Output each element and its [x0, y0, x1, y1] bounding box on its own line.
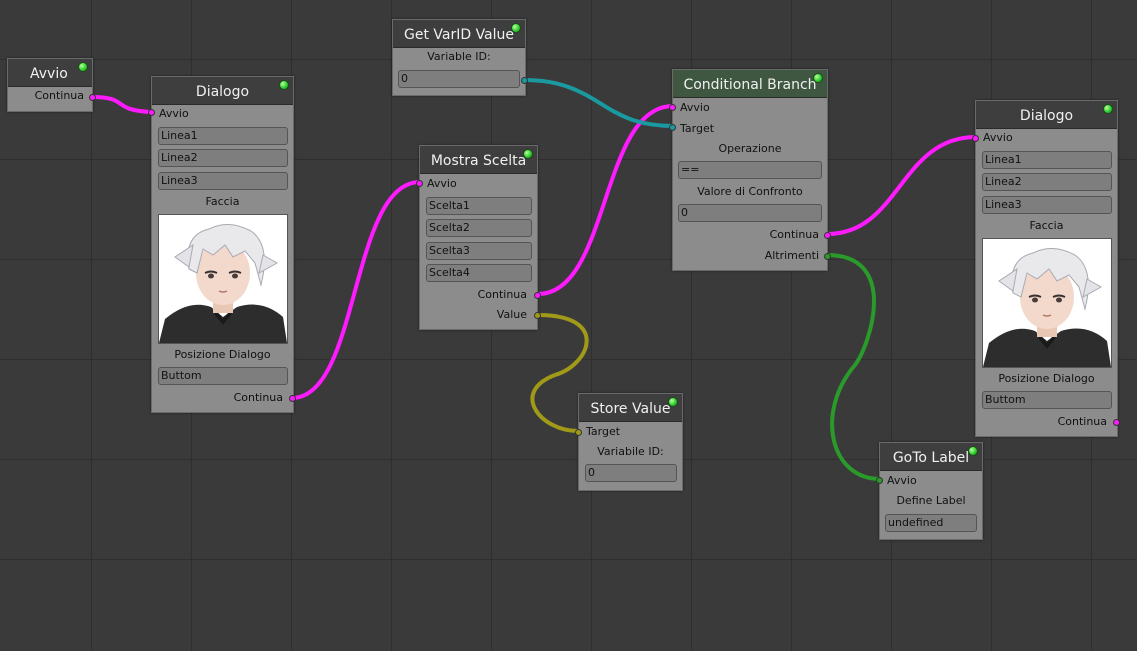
define-label-field[interactable]: undefined: [885, 514, 977, 532]
continua-out-port[interactable]: [1113, 419, 1120, 426]
posizione-dialogo-label: Posizione Dialogo: [998, 372, 1095, 385]
wire-scelta-to-branch: [537, 104, 674, 296]
conditional-branch-node-header[interactable]: Conditional Branch: [673, 70, 827, 98]
continua-out-port[interactable]: [534, 292, 541, 299]
faccia-label: Faccia: [1029, 219, 1064, 232]
face-portrait-image[interactable]: [158, 214, 288, 344]
scelta4-field[interactable]: Scelta4: [426, 264, 532, 282]
continua-out-port[interactable]: [289, 395, 296, 402]
continua-label: Continua: [1057, 415, 1107, 428]
scelta2-field[interactable]: Scelta2: [426, 219, 532, 237]
dialogo-node[interactable]: Dialogo Avvio Linea1 Linea2 Linea3 Facci…: [148, 76, 296, 413]
mostra-scelta-node-title: Mostra Scelta: [430, 153, 527, 169]
posizione-dialogo-field[interactable]: Buttom: [982, 391, 1112, 409]
valore-di-confronto-field[interactable]: 0: [678, 204, 822, 222]
status-led-icon: [279, 80, 289, 90]
dialogo-node-title: Dialogo: [195, 84, 250, 100]
get-varid-value-node-title: Get VarID Value: [403, 27, 515, 43]
avvio-in-port[interactable]: [148, 109, 155, 116]
avvio-input-label: Avvio: [159, 107, 189, 120]
get-varid-value-node-header[interactable]: Get VarID Value: [393, 20, 525, 48]
goto-label-node-header[interactable]: GoTo Label: [880, 443, 982, 471]
continua-label: Continua: [233, 391, 283, 404]
scelta1-field[interactable]: Scelta1: [426, 197, 532, 215]
avvio-node[interactable]: Avvio Continua: [7, 58, 96, 112]
continua-out-port[interactable]: [824, 232, 831, 239]
conditional-branch-node[interactable]: Conditional Branch Avvio Target Operazio…: [669, 69, 831, 271]
mostra-scelta-node[interactable]: Mostra Scelta Avvio Scelta1 Scelta2 Scel…: [416, 145, 541, 330]
wire-avvio-to-dialogo: [91, 95, 152, 114]
altrimenti-label: Altrimenti: [764, 249, 819, 262]
value-out-port[interactable]: [534, 312, 541, 319]
operazione-field[interactable]: ==: [678, 161, 822, 179]
dialogo-node-header[interactable]: Dialogo: [976, 101, 1117, 129]
valore-di-confronto-label: Valore di Confronto: [697, 185, 803, 198]
continua-label: Continua: [34, 89, 84, 102]
operazione-label: Operazione: [718, 142, 782, 155]
status-led-icon: [1103, 104, 1113, 114]
define-label-label: Define Label: [896, 494, 966, 507]
wire-varid-to-target: [523, 78, 674, 128]
goto-label-node-title: GoTo Label: [892, 450, 970, 466]
posizione-dialogo-label: Posizione Dialogo: [174, 348, 271, 361]
continua-label: Continua: [477, 288, 527, 301]
variable-id-label: Variable ID:: [427, 50, 491, 63]
dialogo-node-title: Dialogo: [1019, 108, 1074, 124]
target-in-port[interactable]: [575, 429, 582, 436]
variabile-id-field[interactable]: 0: [585, 464, 677, 482]
target-input-label: Target: [586, 425, 621, 438]
avvio-in-port[interactable]: [876, 477, 883, 484]
continua-label: Continua: [769, 228, 819, 241]
avvio-node-title: Avvio: [30, 66, 68, 82]
wire-altrimenti-to-goto: [826, 253, 881, 481]
dialogo-node-header[interactable]: Dialogo: [152, 77, 293, 105]
target-in-port[interactable]: [669, 124, 676, 131]
status-led-icon: [511, 23, 521, 33]
status-led-icon: [523, 149, 533, 159]
status-led-icon: [813, 73, 823, 83]
linea3-field[interactable]: Linea3: [158, 172, 288, 190]
altrimenti-out-port[interactable]: [824, 253, 831, 260]
variabile-id-label: Variabile ID:: [597, 445, 664, 458]
continua-out-port[interactable]: [89, 94, 96, 101]
value-label: Value: [496, 308, 527, 321]
get-varid-value-node[interactable]: Get VarID Value Variable ID: 0: [392, 19, 528, 96]
avvio-in-port[interactable]: [416, 180, 423, 187]
dialogo-node[interactable]: Dialogo Avvio Linea1 Linea2 Linea3 Facci…: [972, 100, 1120, 437]
avvio-in-port[interactable]: [972, 135, 979, 142]
linea1-field[interactable]: Linea1: [158, 127, 288, 145]
wire-dialogo-to-mostra-scelta: [291, 180, 421, 400]
variable-id-field[interactable]: 0: [398, 70, 520, 88]
target-input-label: Target: [680, 122, 715, 135]
linea2-field[interactable]: Linea2: [158, 149, 288, 167]
face-portrait-image[interactable]: [982, 238, 1112, 368]
store-value-node-header[interactable]: Store Value: [579, 394, 682, 422]
status-led-icon: [968, 446, 978, 456]
conditional-branch-node-title: Conditional Branch: [683, 77, 817, 93]
store-value-node[interactable]: Store Value Target Variabile ID: 0: [575, 393, 683, 491]
value-out-port[interactable]: [521, 77, 528, 84]
avvio-node-header[interactable]: Avvio: [8, 59, 92, 87]
avvio-input-label: Avvio: [427, 177, 457, 190]
avvio-input-label: Avvio: [983, 131, 1013, 144]
linea3-field[interactable]: Linea3: [982, 196, 1112, 214]
avvio-in-port[interactable]: [669, 104, 676, 111]
scelta3-field[interactable]: Scelta3: [426, 242, 532, 260]
avvio-input-label: Avvio: [680, 101, 710, 114]
mostra-scelta-node-header[interactable]: Mostra Scelta: [420, 146, 537, 174]
status-led-icon: [668, 397, 678, 407]
status-led-icon: [78, 62, 88, 72]
avvio-input-label: Avvio: [887, 474, 917, 487]
faccia-label: Faccia: [205, 195, 240, 208]
linea1-field[interactable]: Linea1: [982, 151, 1112, 169]
posizione-dialogo-field[interactable]: Buttom: [158, 367, 288, 385]
wire-branch-to-dialogo2: [826, 135, 977, 236]
goto-label-node[interactable]: GoTo Label Avvio Define Label undefined: [876, 442, 983, 540]
linea2-field[interactable]: Linea2: [982, 173, 1112, 191]
store-value-node-title: Store Value: [590, 401, 671, 417]
